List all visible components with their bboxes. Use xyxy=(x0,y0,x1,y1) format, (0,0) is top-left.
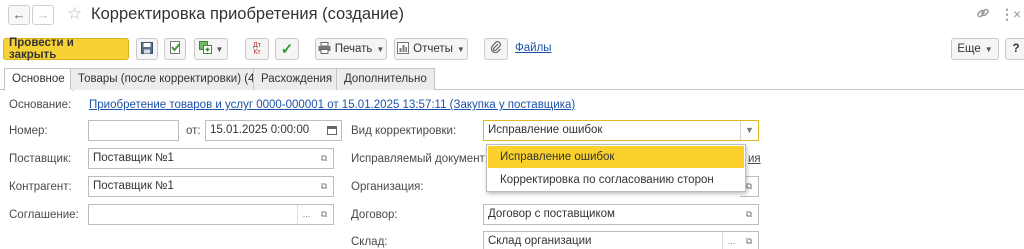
report-icon xyxy=(397,41,410,57)
dropdown-option-label: Исправление ошибок xyxy=(500,151,615,163)
floppy-disk-icon xyxy=(141,41,153,57)
approve-button[interactable]: ✓ xyxy=(275,38,299,60)
more-label: Еще xyxy=(957,43,981,55)
arrow-right-icon: → xyxy=(36,7,50,22)
organization-label: Организация: xyxy=(351,181,424,193)
more-button[interactable]: Еще ▼ xyxy=(951,38,999,60)
warehouse-field[interactable]: Склад организации ... ⧉ xyxy=(483,231,759,249)
help-button[interactable]: ? xyxy=(1005,38,1024,60)
counterparty-field[interactable]: Поставщик №1 ⧉ xyxy=(88,176,334,197)
tab-main[interactable]: Основное xyxy=(4,68,73,91)
vertical-dots-icon[interactable]: ⋮ xyxy=(1000,6,1014,22)
dt-kt-icon: Дт Кт xyxy=(253,42,261,56)
number-field[interactable] xyxy=(88,120,179,141)
dt-kt-button[interactable]: Дт Кт xyxy=(245,38,269,60)
correction-type-select[interactable]: Исправление ошибок ▼ xyxy=(483,120,759,141)
dropdown-option-error-correction[interactable]: Исправление ошибок xyxy=(488,146,744,168)
checkmark-icon: ✓ xyxy=(280,41,294,58)
ellipsis-icon[interactable]: ... xyxy=(297,205,315,224)
title-bar: ← → ☆ Корректировка приобретения (создан… xyxy=(0,0,1024,30)
calendar-icon[interactable] xyxy=(323,121,341,140)
print-button[interactable]: Печать ▼ xyxy=(315,38,387,60)
tab-bar: Основное Товары (после корректировки) (4… xyxy=(0,68,1024,91)
correction-type-value: Исправление ошибок xyxy=(488,124,603,136)
corrected-document-link[interactable]: ия xyxy=(748,152,761,166)
number-label: Номер: xyxy=(9,125,48,137)
print-label: Печать xyxy=(334,43,373,55)
open-icon[interactable]: ⧉ xyxy=(740,232,758,249)
warehouse-value: Склад организации xyxy=(488,235,592,247)
post-document-icon xyxy=(169,41,182,57)
reports-button[interactable]: Отчеты ▼ xyxy=(394,38,468,60)
dropdown-option-label: Корректировка по согласованию сторон xyxy=(500,174,714,186)
chevron-down-icon: ▼ xyxy=(215,44,224,54)
agreement-field[interactable]: ... ⧉ xyxy=(88,204,334,225)
chevron-down-icon[interactable]: ▼ xyxy=(740,121,758,140)
supplier-label: Поставщик: xyxy=(9,153,72,165)
ellipsis-icon[interactable]: ... xyxy=(722,232,740,249)
corrected-document-label: Исправляемый документ: xyxy=(351,153,489,165)
counterparty-label: Контрагент: xyxy=(9,181,72,193)
warehouse-label: Склад: xyxy=(351,236,388,248)
tab-discrepancies[interactable]: Расхождения xyxy=(253,68,341,90)
tab-additional[interactable]: Дополнительно xyxy=(336,68,435,90)
open-icon[interactable]: ⧉ xyxy=(740,205,758,224)
open-icon[interactable]: ⧉ xyxy=(315,177,333,196)
star-icon[interactable]: ☆ xyxy=(67,4,82,24)
basis-link[interactable]: Приобретение товаров и услуг 0000-000001… xyxy=(89,98,575,112)
back-button[interactable]: ← xyxy=(8,5,30,25)
tab-label: Основное xyxy=(12,73,65,85)
post-and-close-button[interactable]: Провести и закрыть xyxy=(3,37,129,61)
create-based-on-button[interactable]: ▼ xyxy=(194,38,228,60)
dropdown-option-mutual-agreement[interactable]: Корректировка по согласованию сторон xyxy=(488,169,744,191)
files-link[interactable]: Файлы xyxy=(515,42,552,54)
question-icon: ? xyxy=(1012,43,1020,55)
correction-type-dropdown: Исправление ошибок Корректировка по согл… xyxy=(486,144,746,192)
paperclip-icon xyxy=(490,41,502,57)
printer-icon xyxy=(318,41,331,57)
contract-field[interactable]: Договор с поставщиком ⧉ xyxy=(483,204,759,225)
date-field[interactable]: 15.01.2025 0:00:00 xyxy=(205,120,342,141)
agreement-label: Соглашение: xyxy=(9,209,79,221)
tab-goods-after-correction[interactable]: Товары (после корректировки) (4) xyxy=(70,68,267,90)
supplier-value: Поставщик №1 xyxy=(93,152,174,164)
link-icon[interactable] xyxy=(976,6,990,23)
command-bar: Провести и закрыть ▼ Дт Кт ✓ Печать ▼ От… xyxy=(0,37,1024,62)
open-icon[interactable]: ⧉ xyxy=(315,149,333,168)
counterparty-value: Поставщик №1 xyxy=(93,180,174,192)
date-value: 15.01.2025 0:00:00 xyxy=(210,124,310,136)
date-from-label: от: xyxy=(186,125,201,137)
attach-button[interactable] xyxy=(484,38,508,60)
arrow-left-icon: ← xyxy=(12,7,26,22)
chevron-down-icon: ▼ xyxy=(456,44,465,54)
reports-label: Отчеты xyxy=(413,43,453,55)
post-and-close-label: Провести и закрыть xyxy=(9,37,74,61)
correction-type-label: Вид корректировки: xyxy=(351,125,457,137)
tab-label: Расхождения xyxy=(261,73,333,85)
chevron-down-icon: ▼ xyxy=(984,44,993,54)
basis-label: Основание: xyxy=(9,99,72,111)
create-based-on-icon xyxy=(198,41,212,57)
tab-label: Товары (после корректировки) (4) xyxy=(78,73,259,85)
contract-label: Договор: xyxy=(351,209,398,221)
contract-value: Договор с поставщиком xyxy=(488,208,615,220)
post-button[interactable] xyxy=(164,38,186,60)
close-icon[interactable]: × xyxy=(1013,6,1021,22)
page-title: Корректировка приобретения (создание) xyxy=(91,5,405,23)
tab-label: Дополнительно xyxy=(344,73,427,85)
open-icon[interactable]: ⧉ xyxy=(315,205,333,224)
forward-button[interactable]: → xyxy=(32,5,54,25)
chevron-down-icon: ▼ xyxy=(376,44,385,54)
save-button[interactable] xyxy=(136,38,158,60)
supplier-field[interactable]: Поставщик №1 ⧉ xyxy=(88,148,334,169)
